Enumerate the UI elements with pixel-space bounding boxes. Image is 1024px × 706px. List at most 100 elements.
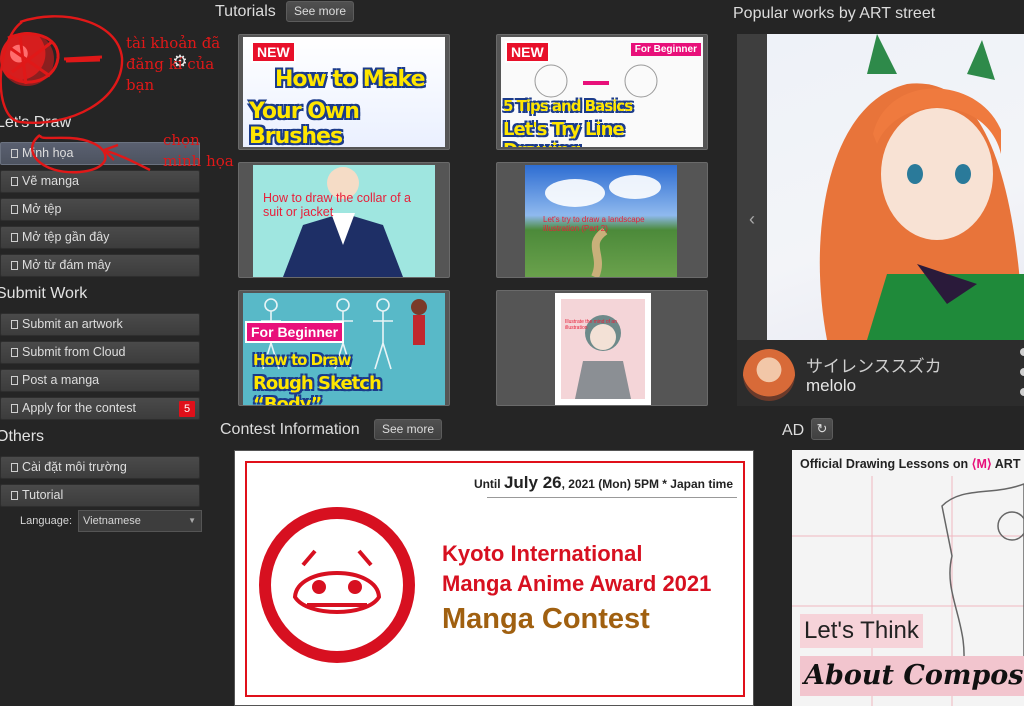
tutorial-thumbnail: NEW How to Make Your Own Brushes [243, 37, 445, 147]
deadline-prefix: Until [473, 477, 501, 491]
tutorial-thumbnail: Let's try to draw a landscape illustrati… [525, 165, 677, 277]
file-icon [11, 404, 18, 413]
book-icon [11, 491, 18, 500]
open-cloud-button[interactable]: Mở từ đám mây [0, 254, 200, 277]
button-label: Tutorial [22, 488, 64, 502]
tutorial-title: Let's try to draw a landscape illustrati… [543, 215, 645, 233]
girl-figure-image [575, 315, 631, 399]
tutorial-thumbnail: How to draw the collar of a suit or jack… [253, 165, 435, 277]
sketch-faces-image [534, 64, 658, 98]
file-icon [11, 320, 18, 329]
tutorial-card-girl[interactable]: Illustrate the mind of an illustration [496, 290, 708, 406]
tutorials-title: Tutorials [215, 3, 276, 20]
submit-cloud-button[interactable]: Submit from Cloud [0, 341, 200, 364]
button-label: Mở tệp [22, 202, 62, 216]
tutorial-card-landscape[interactable]: Let's try to draw a landscape illustrati… [496, 162, 708, 278]
contest-title-line1: Kyoto International [442, 541, 643, 566]
tutorial-card-brushes[interactable]: NEW How to Make Your Own Brushes [238, 34, 450, 150]
folder-icon [11, 233, 18, 242]
chevron-left-icon[interactable]: ‹ [737, 34, 767, 340]
popular-works-carousel[interactable]: ‹ サイレンススズカ melolo [737, 34, 1024, 406]
language-value: Vietnamese [83, 515, 141, 527]
tutorial-title-line1: How to Make [275, 67, 425, 92]
button-label: Submit an artwork [22, 317, 123, 331]
ad-line2: About Composit [800, 656, 1024, 696]
beginner-badge: For Beginner [245, 321, 345, 343]
contest-banner-frame: Until July 26, 2021 (Mon) 5PM * Japan ti… [245, 461, 745, 697]
ad-title: AD [782, 422, 805, 439]
language-label: Language: [20, 515, 72, 527]
contest-see-more-button[interactable]: See more [374, 419, 443, 440]
section-title-others: Others [0, 428, 45, 445]
new-tag: NEW [251, 41, 296, 63]
annotation-line: minh họa [163, 152, 234, 170]
submit-artwork-button[interactable]: Submit an artwork [0, 313, 200, 336]
apply-contest-button[interactable]: Apply for the contest 5 [0, 397, 200, 420]
open-file-button[interactable]: Mở tệp [0, 198, 200, 221]
work-title[interactable]: サイレンススズカ [806, 352, 942, 377]
ad-headline-text: Official Drawing Lessons on [800, 457, 969, 471]
popular-works-title: Popular works by ART street [733, 5, 936, 22]
beginner-badge: For Beginner [630, 43, 701, 56]
environment-settings-button[interactable]: Cài đặt môi trường [0, 456, 200, 479]
ad-brand: ART [994, 457, 1021, 471]
popular-artwork-image[interactable] [767, 34, 1024, 340]
tutorial-card-rough-sketch[interactable]: For Beginner How to Draw Rough Sketch “B… [238, 290, 450, 406]
contest-info-title: Contest Information [220, 421, 360, 438]
ad-banner[interactable]: Official Drawing Lessons on ⟨M⟩ ART Let'… [792, 450, 1024, 706]
file-icon [11, 348, 18, 357]
award-seal-logo [259, 507, 415, 663]
tutorial-title-line1: 5 Tips and Basics [503, 97, 633, 115]
tutorial-title: Illustrate the mind of an illustration [565, 319, 617, 331]
author-name[interactable]: melolo [806, 376, 856, 396]
button-label: Mở từ đám mây [22, 258, 111, 272]
deadline-date: July 26 [503, 473, 562, 492]
tutorial-title-line2: Your Own Brushes [249, 99, 360, 147]
button-label: Mở tệp gần đây [22, 230, 110, 244]
contest-banner[interactable]: Until July 26, 2021 (Mon) 5PM * Japan ti… [234, 450, 754, 706]
tutorial-thumbnail: NEW For Beginner 5 Tips and Basics Let's… [501, 37, 703, 147]
post-manga-button[interactable]: Post a manga [0, 369, 200, 392]
tutorial-card-collar[interactable]: How to draw the collar of a suit or jack… [238, 162, 450, 278]
tutorial-title-line2: Let's Try Line Drawing [503, 119, 625, 147]
language-select[interactable]: Vietnamese ▼ [78, 510, 202, 532]
ad-line1: Let's Think [800, 614, 923, 648]
open-recent-button[interactable]: Mở tệp gần đây [0, 226, 200, 249]
tutorial-thumbnail: Illustrate the mind of an illustration [555, 293, 651, 405]
annotation-choose: chọn minh họa [163, 130, 234, 172]
section-title-submit: Submit Work [0, 285, 88, 302]
annotation-line: đăng kí của [126, 55, 215, 73]
button-label: Post a manga [22, 373, 100, 387]
tutorial-button[interactable]: Tutorial [0, 484, 200, 507]
deadline-suffix: , 2021 (Mon) 5PM * Japan time [561, 477, 733, 491]
contest-title-line3: Manga Contest [442, 603, 650, 635]
tutorial-title-line2: Rough Sketch “Body” [253, 373, 382, 405]
annotation-line: chọn [163, 131, 200, 149]
anime-girl-illustration [819, 34, 1024, 340]
contest-count-badge: 5 [179, 401, 195, 417]
annotation-line: bạn [126, 76, 155, 94]
annotation-account: tài khoản đã đăng kí của bạn [126, 33, 220, 96]
ad-headline: Official Drawing Lessons on ⟨M⟩ ART [800, 456, 1020, 471]
author-avatar[interactable] [743, 349, 795, 401]
artwork-image: Illustrate the mind of an illustration [561, 299, 645, 399]
folder-icon [11, 205, 18, 214]
tutorial-title: How to draw the collar of a suit or jack… [263, 191, 411, 219]
favorite-star-icon[interactable] [1016, 346, 1024, 402]
settings-icon [11, 463, 18, 472]
tutorial-card-line-drawing[interactable]: NEW For Beginner 5 Tips and Basics Let's… [496, 34, 708, 150]
button-label: Submit from Cloud [22, 345, 126, 359]
popular-work-info: サイレンススズカ melolo [737, 340, 1024, 406]
button-label: Apply for the contest [22, 401, 136, 415]
annotation-line: tài khoản đã [126, 34, 221, 52]
tutorials-see-more-button[interactable]: See more [286, 1, 355, 22]
cloud-icon [11, 261, 18, 270]
contest-title-line2: Manga Anime Award 2021 [442, 571, 712, 596]
tutorial-title-line1: How to Draw [253, 351, 351, 369]
divider [487, 497, 737, 498]
ad-brand-logo: ⟨M⟩ [971, 457, 992, 471]
button-label: Cài đặt môi trường [22, 460, 127, 474]
chevron-down-icon: ▼ [188, 516, 196, 525]
refresh-icon[interactable]: ↻ [811, 418, 833, 440]
suit-figure-image [283, 167, 403, 277]
